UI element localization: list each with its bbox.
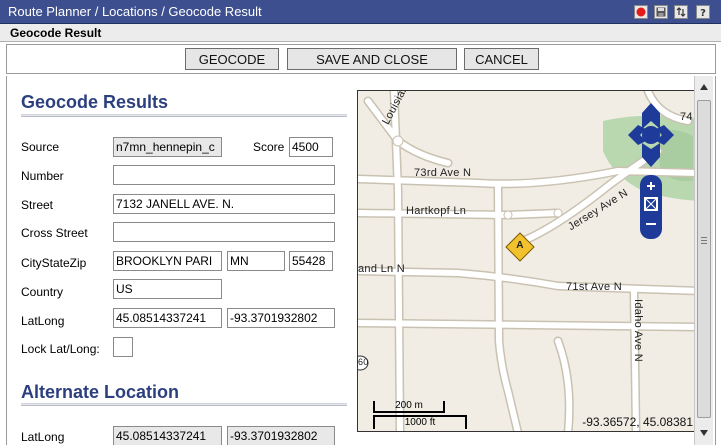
- street-label-idaho: Idaho Ave N: [632, 299, 644, 363]
- dialog-header: Geocode Result: [0, 24, 721, 42]
- scroll-up-icon[interactable]: [697, 80, 711, 94]
- map-scale: 200 m 1000 ft: [370, 399, 470, 431]
- country-label: Country: [21, 285, 64, 299]
- latitude-field[interactable]: 45.08514337241: [113, 308, 222, 328]
- lock-latlong-label: Lock Lat/Long:: [21, 342, 100, 356]
- cross-street-field[interactable]: [113, 222, 335, 242]
- street-label-73rd: 73rd Ave N: [414, 167, 472, 179]
- zip-field[interactable]: 55428: [289, 251, 333, 271]
- alt-latlong-label: LatLong: [21, 430, 65, 444]
- street-label-60: 60: [358, 357, 369, 367]
- marker-label: A: [516, 240, 524, 251]
- state-field[interactable]: MN: [227, 251, 285, 271]
- street-label-hartkopf: Hartkopf Ln: [406, 205, 467, 217]
- street-label-74: 74: [680, 111, 693, 123]
- map-navigation: [628, 103, 674, 239]
- map-coordinates: -93.36572, 45.08381: [582, 415, 693, 429]
- cross-street-label: Cross Street: [21, 226, 88, 240]
- help-icon[interactable]: ?: [696, 5, 710, 19]
- alt-longitude-field[interactable]: -93.3701932802: [227, 426, 335, 445]
- save-icon[interactable]: [654, 5, 668, 19]
- record-icon[interactable]: [634, 5, 648, 19]
- dialog-title: Geocode Result: [10, 26, 102, 40]
- zoom-control-icon: [640, 175, 662, 239]
- section-divider: [21, 114, 347, 117]
- section-divider: [21, 403, 347, 406]
- street-label-71st: 71st Ave N: [566, 281, 622, 293]
- source-label: Source: [21, 140, 60, 154]
- street-field[interactable]: 7132 JANELL AVE. N.: [113, 194, 335, 214]
- save-and-close-button[interactable]: SAVE AND CLOSE: [287, 48, 457, 70]
- scale-meters: 200 m: [373, 401, 445, 413]
- window-titlebar: Route Planner / Locations / Geocode Resu…: [0, 0, 721, 24]
- longitude-field[interactable]: -93.3701932802: [227, 308, 335, 328]
- city-state-zip-label: CityStateZip: [21, 256, 87, 270]
- alternate-location-heading: Alternate Location: [21, 382, 180, 402]
- number-field[interactable]: [113, 165, 335, 185]
- scrollbar-thumb[interactable]: [697, 100, 711, 418]
- geocode-button[interactable]: GEOCODE: [185, 48, 279, 70]
- source-field[interactable]: n7mn_hennepin_c: [113, 137, 222, 157]
- city-field[interactable]: BROOKLYN PARI: [113, 251, 222, 271]
- cancel-button[interactable]: CANCEL: [464, 48, 539, 70]
- score-field[interactable]: 4500: [289, 137, 333, 157]
- svg-text:?: ?: [700, 8, 706, 17]
- map-view[interactable]: Louisiana Ave 73rd Ave N Hartkopf Ln Jer…: [357, 90, 698, 432]
- alt-latitude-field[interactable]: 45.08514337241: [113, 426, 222, 445]
- action-toolbar: GEOCODE SAVE AND CLOSE CANCEL: [6, 44, 716, 74]
- latlong-label: LatLong: [21, 314, 65, 328]
- vertical-scrollbar[interactable]: [694, 76, 713, 445]
- scale-feet: 1000 ft: [373, 415, 467, 429]
- window-breadcrumb: Route Planner / Locations / Geocode Resu…: [8, 4, 262, 19]
- lock-latlong-checkbox[interactable]: [113, 337, 133, 357]
- transfer-icon[interactable]: [674, 5, 688, 19]
- content-panel: Geocode Results Source n7mn_hennepin_c S…: [6, 76, 716, 445]
- country-field[interactable]: US: [113, 279, 222, 299]
- geocode-results-heading: Geocode Results: [21, 92, 169, 112]
- street-label-and-ln: and Ln N: [358, 263, 406, 275]
- pan-control-icon: [628, 103, 674, 167]
- score-label: Score: [253, 140, 285, 154]
- street-label: Street: [21, 198, 54, 212]
- number-label: Number: [21, 169, 64, 183]
- scroll-down-icon[interactable]: [697, 426, 711, 440]
